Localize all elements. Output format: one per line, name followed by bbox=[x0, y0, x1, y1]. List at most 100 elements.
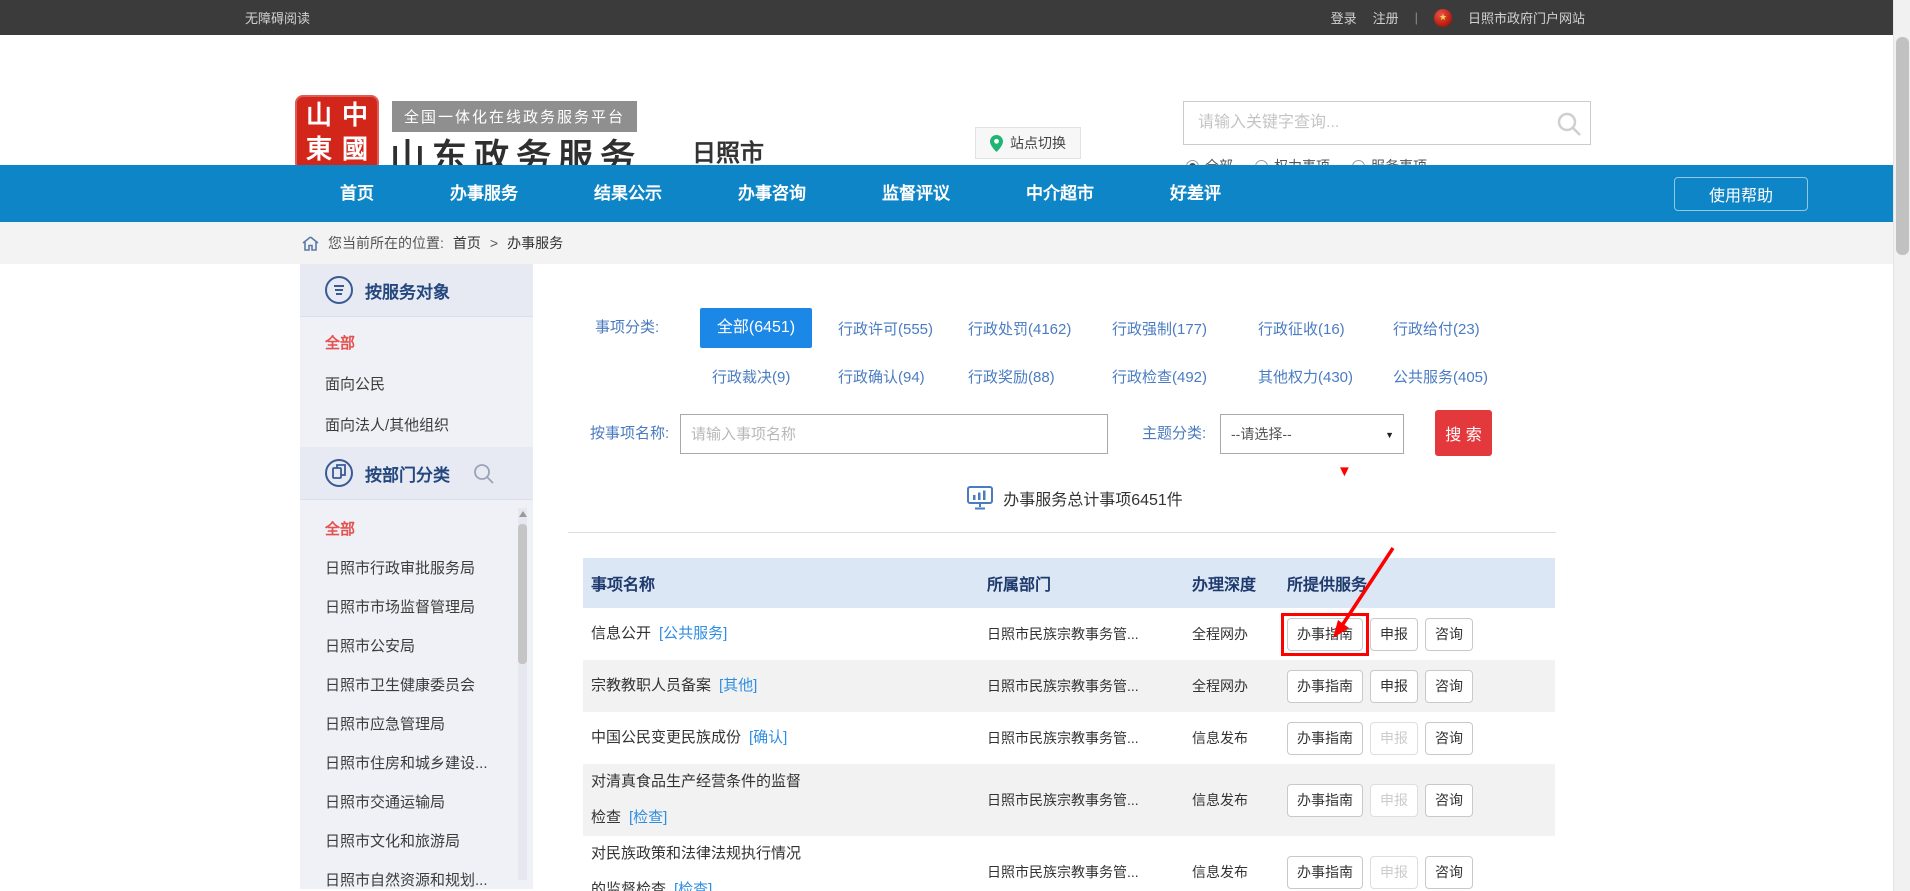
sidebar-scrollbar-thumb[interactable] bbox=[518, 524, 527, 664]
category-link[interactable]: 行政裁决(9) bbox=[700, 366, 838, 387]
item-name: 中国公民变更民族成份 bbox=[591, 729, 741, 746]
service-button: 申报 bbox=[1370, 722, 1418, 755]
category-link[interactable]: 行政征收(16) bbox=[1258, 318, 1393, 339]
page: 无障碍阅读 登录 注册 | ★ 日照市政府门户网站 山東 中國 全国一体化在线政… bbox=[0, 0, 1910, 891]
topic-select-value: --请选择-- bbox=[1231, 426, 1292, 442]
chevron-down-icon: ▼ bbox=[1385, 416, 1394, 454]
annotation-highlight-box: 办事指南 bbox=[1281, 613, 1369, 656]
sidebar-department-item[interactable]: 日照市自然资源和规划... bbox=[300, 861, 533, 889]
scroll-up-icon[interactable] bbox=[519, 511, 527, 517]
item-name: 对清真食品生产经营条件的监督检查 bbox=[591, 773, 801, 826]
page-scrollbar[interactable] bbox=[1893, 0, 1910, 891]
category-link[interactable]: 其他权力(430) bbox=[1258, 366, 1393, 387]
sidebar-item[interactable]: 全部 bbox=[300, 323, 533, 364]
main-content: 事项分类: 全部(6451)行政许可(555)行政处罚(4162)行政强制(17… bbox=[560, 264, 1590, 891]
category-link[interactable]: 行政许可(555) bbox=[838, 318, 968, 339]
service-button[interactable]: 办事指南 bbox=[1287, 618, 1363, 651]
nav-item[interactable]: 监督评议 bbox=[882, 165, 950, 222]
category-link[interactable]: 行政给付(23) bbox=[1393, 318, 1513, 339]
login-link[interactable]: 登录 bbox=[1331, 8, 1357, 27]
service-button[interactable]: 咨询 bbox=[1425, 722, 1473, 755]
sidebar-department-item[interactable]: 日照市市场监督管理局 bbox=[300, 588, 533, 627]
sidebar-department-item[interactable]: 日照市文化和旅游局 bbox=[300, 822, 533, 861]
sidebar-department-item[interactable]: 日照市公安局 bbox=[300, 627, 533, 666]
service-button[interactable]: 办事指南 bbox=[1287, 856, 1363, 889]
main-nav: 首页 办事服务 结果公示 办事咨询 监督评议 中介超市 好差评 使用帮助 bbox=[0, 165, 1910, 222]
service-button[interactable]: 咨询 bbox=[1425, 856, 1473, 889]
home-icon bbox=[302, 236, 319, 251]
service-button[interactable]: 咨询 bbox=[1425, 618, 1473, 651]
item-type-link[interactable]: [公共服务] bbox=[659, 625, 727, 642]
item-name-wrap: 中国公民变更民族成份 [确认] bbox=[591, 720, 813, 756]
nav-item[interactable]: 办事咨询 bbox=[738, 165, 806, 222]
services-cell: 办事指南申报咨询 bbox=[1287, 856, 1555, 889]
platform-badge: 全国一体化在线政务服务平台 bbox=[392, 101, 637, 132]
nav-item[interactable]: 结果公示 bbox=[594, 165, 662, 222]
sidebar-item[interactable]: 面向法人/其他组织 bbox=[300, 405, 533, 446]
services-cell: 办事指南申报咨询 bbox=[1287, 618, 1555, 651]
item-type-link[interactable]: [其他] bbox=[719, 677, 757, 694]
seal-right-chars: 中國 bbox=[339, 99, 371, 167]
help-button[interactable]: 使用帮助 bbox=[1674, 177, 1808, 211]
sidebar-department-item[interactable]: 日照市交通运输局 bbox=[300, 783, 533, 822]
sidebar-department-item[interactable]: 日照市住房和城乡建设... bbox=[300, 744, 533, 783]
item-name-input[interactable] bbox=[680, 414, 1108, 454]
item-type-link[interactable]: [确认] bbox=[749, 729, 787, 746]
service-button[interactable]: 申报 bbox=[1370, 618, 1418, 651]
category-link[interactable]: 公共服务(405) bbox=[1393, 366, 1513, 387]
search-icon[interactable] bbox=[1556, 111, 1582, 137]
table-row: 信息公开[公共服务]日照市民族宗教事务管...全程网办办事指南申报咨询 bbox=[583, 608, 1555, 660]
category-link[interactable]: 行政处罚(4162) bbox=[968, 318, 1112, 339]
service-button[interactable]: 咨询 bbox=[1425, 670, 1473, 703]
nav-item[interactable]: 好差评 bbox=[1170, 165, 1221, 222]
sidebar-department-item[interactable]: 日照市应急管理局 bbox=[300, 705, 533, 744]
sidebar-department-item[interactable]: 日照市行政审批服务局 bbox=[300, 549, 533, 588]
register-link[interactable]: 注册 bbox=[1373, 8, 1399, 27]
service-button[interactable]: 办事指南 bbox=[1287, 784, 1363, 817]
item-type-link[interactable]: [检查] bbox=[674, 881, 712, 891]
service-button[interactable]: 申报 bbox=[1370, 670, 1418, 703]
item-name-cell: 对清真食品生产经营条件的监督检查[检查] bbox=[583, 764, 987, 836]
category-link[interactable]: 行政检查(492) bbox=[1112, 366, 1258, 387]
sidebar-department-item[interactable]: 日照市卫生健康委员会 bbox=[300, 666, 533, 705]
table-body: 信息公开[公共服务]日照市民族宗教事务管...全程网办办事指南申报咨询宗教教职人… bbox=[583, 608, 1555, 891]
sidebar-department-item[interactable]: 全部 bbox=[300, 510, 533, 549]
category-link[interactable]: 行政奖励(88) bbox=[968, 366, 1112, 387]
topbar-divider: | bbox=[1415, 10, 1418, 25]
site-switch-button[interactable]: 站点切换 bbox=[975, 127, 1081, 159]
breadcrumb-home[interactable]: 首页 bbox=[453, 233, 481, 253]
breadcrumb-current: 办事服务 bbox=[507, 233, 563, 253]
item-name-cell: 中国公民变更民族成份 [确认] bbox=[583, 720, 987, 756]
service-button[interactable]: 办事指南 bbox=[1287, 670, 1363, 703]
nav-item[interactable]: 中介超市 bbox=[1026, 165, 1094, 222]
stats-chart-icon bbox=[967, 486, 993, 510]
category-link[interactable]: 行政确认(94) bbox=[838, 366, 968, 387]
nav-item[interactable]: 首页 bbox=[340, 165, 374, 222]
sidebar-scrollbar[interactable] bbox=[518, 508, 527, 880]
portal-site-link[interactable]: 日照市政府门户网站 bbox=[1468, 8, 1585, 27]
department-search-icon[interactable] bbox=[473, 463, 495, 485]
sidebar-item[interactable]: 面向公民 bbox=[300, 364, 533, 405]
table-header-row: 事项名称所属部门办理深度所提供服务 bbox=[583, 558, 1555, 608]
table-row: 对民族政策和法律法规执行情况的监督检查[检查]日照市民族宗教事务管...信息发布… bbox=[583, 836, 1555, 891]
service-target-icon bbox=[324, 275, 354, 305]
keyword-search-input[interactable] bbox=[1184, 102, 1590, 144]
search-button[interactable]: 搜 索 bbox=[1435, 410, 1492, 456]
breadcrumb-separator: > bbox=[490, 235, 498, 251]
depth-cell: 信息发布 bbox=[1192, 862, 1287, 882]
category-link[interactable]: 行政强制(177) bbox=[1112, 318, 1258, 339]
category-filter-list: 全部(6451) 行政许可(555)行政处罚(4162)行政强制(177)行政征收… bbox=[700, 304, 1513, 400]
topic-select[interactable]: --请选择-- ▼ bbox=[1220, 414, 1404, 454]
site-switch-label: 站点切换 bbox=[1010, 133, 1066, 153]
page-scrollbar-thumb[interactable] bbox=[1896, 37, 1909, 255]
accessibility-link[interactable]: 无障碍阅读 bbox=[245, 8, 310, 27]
service-button[interactable]: 办事指南 bbox=[1287, 722, 1363, 755]
item-type-link[interactable]: [检查] bbox=[629, 809, 667, 826]
topic-category-label: 主题分类: bbox=[1142, 414, 1206, 454]
department-cell: 日照市民族宗教事务管... bbox=[987, 728, 1192, 748]
item-name-wrap: 对清真食品生产经营条件的监督检查[检查] bbox=[591, 764, 813, 836]
service-button[interactable]: 咨询 bbox=[1425, 784, 1473, 817]
nav-item[interactable]: 办事服务 bbox=[450, 165, 518, 222]
top-utility-bar: 无障碍阅读 登录 注册 | ★ 日照市政府门户网站 bbox=[0, 0, 1910, 35]
category-chip-selected[interactable]: 全部(6451) bbox=[700, 308, 812, 348]
